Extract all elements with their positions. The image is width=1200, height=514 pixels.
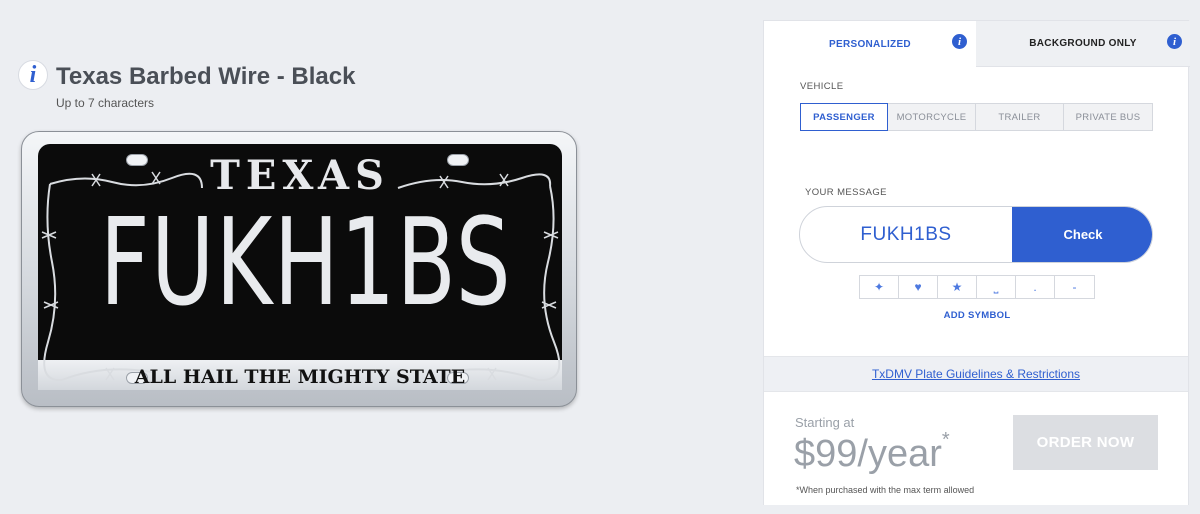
order-now-button[interactable]: ORDER NOW [1013,415,1158,470]
star-icon[interactable]: ★ [938,276,977,298]
tab-label: PERSONALIZED [829,38,911,50]
texas-icon[interactable]: ✦ [860,276,899,298]
check-button[interactable]: Check [1012,207,1152,262]
guidelines-bar: TxDMV Plate Guidelines & Restrictions [764,356,1188,392]
vehicle-option-private-bus[interactable]: PRIVATE BUS [1064,104,1152,130]
message-input[interactable] [800,207,1012,262]
message-label: YOUR MESSAGE [805,187,887,198]
starting-at-label: Starting at [795,415,855,430]
price-footnote: *When purchased with the max term allowe… [796,485,975,495]
vehicle-option-trailer[interactable]: TRAILER [976,104,1064,130]
guidelines-link[interactable]: TxDMV Plate Guidelines & Restrictions [872,367,1080,381]
vehicle-label: VEHICLE [800,81,844,92]
period-icon[interactable]: . [1016,276,1055,298]
vehicle-selector: PASSENGER MOTORCYCLE TRAILER PRIVATE BUS [800,103,1153,131]
tab-personalized[interactable]: PERSONALIZED [764,21,976,67]
character-limit-text: Up to 7 characters [56,96,155,110]
license-plate-preview: TEXAS FUKH1BS ALL HAIL THE MIGHTY STATE [21,131,577,407]
price-asterisk: * [941,429,950,452]
add-symbol-label: ADD SYMBOL [943,310,1011,321]
info-icon[interactable]: i [1167,34,1182,49]
heart-icon[interactable]: ♥ [899,276,938,298]
vehicle-option-motorcycle[interactable]: MOTORCYCLE [888,104,976,130]
configuration-panel: PERSONALIZED i BACKGROUND ONLY i VEHICLE… [763,20,1190,505]
tab-label: BACKGROUND ONLY [1029,38,1137,49]
price-text: $99/year* [794,429,950,476]
vehicle-option-passenger[interactable]: PASSENGER [800,103,888,131]
pricing-section: Starting at $99/year* *When purchased wi… [764,393,1188,505]
dash-icon[interactable]: - [1055,276,1094,298]
info-icon[interactable]: i [18,60,48,90]
tab-background-only[interactable]: BACKGROUND ONLY [976,21,1190,67]
price-value: $99/year [794,433,942,475]
symbol-picker: ✦ ♥ ★ ⎵ . - [859,275,1095,299]
page-title: Texas Barbed Wire - Black [56,63,356,90]
message-form: Check [799,206,1153,263]
plate-slogan: ALL HAIL THE MIGHTY STATE [134,366,466,388]
space-icon[interactable]: ⎵ [977,276,1016,298]
plate-message: FUKH1BS [99,194,513,333]
info-icon[interactable]: i [952,34,967,49]
plate-state-name: TEXAS [210,152,390,199]
